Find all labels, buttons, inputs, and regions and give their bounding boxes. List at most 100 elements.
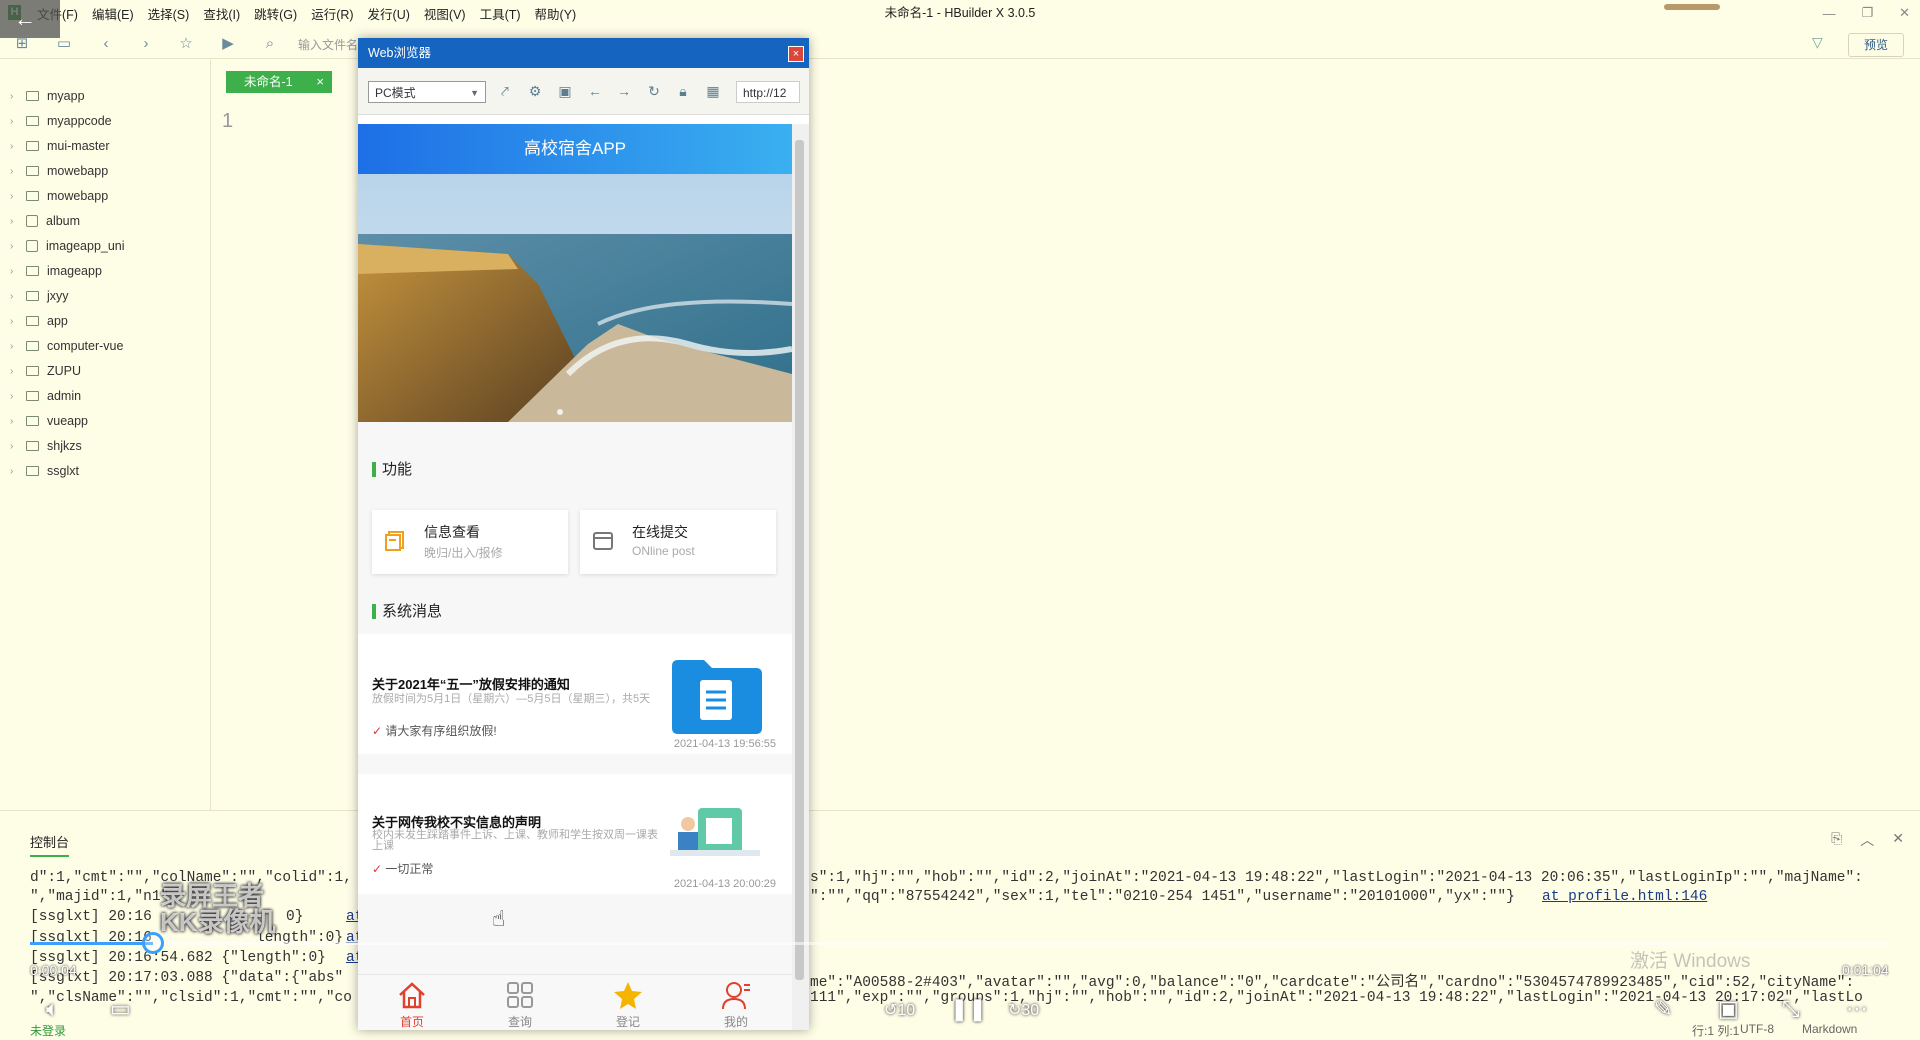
menu-goto[interactable]: 跳转(G) bbox=[247, 4, 304, 23]
back-icon[interactable]: ← bbox=[586, 82, 604, 100]
folder-icon bbox=[26, 391, 39, 401]
menu-tools[interactable]: 工具(T) bbox=[473, 4, 528, 23]
tab-register[interactable]: 登记 bbox=[574, 975, 682, 1030]
menu-help[interactable]: 帮助(Y) bbox=[528, 4, 584, 23]
mode-select[interactable]: PC模式 ▼ bbox=[368, 81, 486, 103]
search-file-icon[interactable]: ⌕ bbox=[260, 34, 280, 54]
menu-run[interactable]: 运行(R) bbox=[304, 4, 360, 23]
pause-icon[interactable]: ❚❚ bbox=[950, 996, 987, 1022]
message-date: 2021-04-13 19:56:55 bbox=[673, 738, 776, 750]
section-title-messages: 系统消息 bbox=[372, 604, 442, 619]
project-item[interactable]: › shjkzs bbox=[10, 436, 82, 456]
restore-icon[interactable]: ❐ bbox=[1861, 5, 1873, 21]
scrollbar-thumb[interactable] bbox=[795, 140, 804, 980]
project-item[interactable]: › myappcode bbox=[10, 111, 112, 131]
project-item[interactable]: › computer-vue bbox=[10, 336, 123, 356]
project-item[interactable]: › app bbox=[10, 311, 68, 331]
editor-tab[interactable]: 未命名-1 × bbox=[226, 71, 332, 93]
language-mode[interactable]: Markdown bbox=[1802, 1022, 1857, 1036]
nav-forward-icon[interactable]: › bbox=[136, 34, 156, 54]
browser-title-bar: Web浏览器 bbox=[358, 38, 809, 68]
browser-close-button[interactable]: × bbox=[788, 46, 804, 62]
console-icon[interactable]: ▣ bbox=[556, 82, 574, 100]
rewind-10-button[interactable]: ↺10 bbox=[884, 1000, 915, 1020]
console-fragment: 0} bbox=[286, 909, 304, 925]
menu-publish[interactable]: 发行(U) bbox=[361, 4, 417, 23]
progress-knob[interactable] bbox=[142, 932, 164, 954]
lock-icon[interactable]: 🔒︎ bbox=[674, 82, 692, 100]
project-item[interactable]: › myapp bbox=[10, 86, 85, 106]
minimize-icon[interactable]: — bbox=[1822, 6, 1835, 21]
folder-icon bbox=[26, 191, 39, 201]
menu-find[interactable]: 查找(I) bbox=[196, 4, 247, 23]
menu-view[interactable]: 视图(V) bbox=[417, 4, 473, 23]
console-line: ","clsName":"","clsid":1,"cmt":"","co bbox=[30, 990, 352, 1006]
forward-icon[interactable]: → bbox=[615, 82, 633, 100]
subtitles-icon[interactable]: ▭ bbox=[110, 996, 131, 1022]
dropdown-arrow-icon: ▼ bbox=[470, 88, 479, 98]
more-options-icon[interactable]: ⋯ bbox=[1846, 996, 1868, 1022]
message-title: 关于2021年“五一”放假安排的通知 bbox=[372, 677, 570, 692]
project-item[interactable]: › ssglxt bbox=[10, 461, 79, 481]
folder-icon bbox=[26, 266, 39, 276]
console-toolbar: ⎘ ︿ ✕ bbox=[1831, 830, 1904, 850]
login-status[interactable]: 未登录 bbox=[30, 1022, 66, 1039]
qrcode-icon[interactable]: ▦ bbox=[704, 82, 722, 100]
video-progress-fill bbox=[30, 942, 153, 945]
filter-icon[interactable]: ▽ bbox=[1812, 34, 1823, 51]
console-tab[interactable]: 控制台 bbox=[30, 832, 70, 857]
message-item[interactable]: 关于网传我校不实信息的声明 校内未发生踩踏事件上诉、上课、教师和学生按双周一课表… bbox=[358, 774, 792, 894]
message-item[interactable]: 关于2021年“五一”放假安排的通知 放假时间为5月1日（星期六）—5月5日（星… bbox=[358, 634, 792, 754]
chevron-up-icon[interactable]: ︿ bbox=[1860, 830, 1874, 850]
project-item[interactable]: › mui-master bbox=[10, 136, 110, 156]
total-time: 0:01:04 bbox=[1842, 962, 1889, 978]
exit-fullscreen-icon[interactable]: ⤡ bbox=[1782, 996, 1800, 1022]
menu-select[interactable]: 选择(S) bbox=[141, 4, 197, 23]
func-card-subtitle: ONline post bbox=[632, 544, 695, 558]
project-item[interactable]: › mowebapp bbox=[10, 186, 108, 206]
file-search-input[interactable]: 输入文件名 bbox=[298, 36, 358, 53]
tab-close-icon[interactable]: × bbox=[316, 71, 324, 93]
save-icon[interactable]: ▭ bbox=[54, 34, 74, 54]
close-console-icon[interactable]: ✕ bbox=[1892, 830, 1904, 850]
new-file-icon[interactable]: ⊞ bbox=[12, 34, 32, 54]
nav-back-icon[interactable]: ‹ bbox=[96, 34, 116, 54]
pen-icon[interactable]: ✎ bbox=[1654, 996, 1672, 1022]
console-line: [ssglxt] 20:16 bbox=[30, 909, 152, 925]
encoding[interactable]: UTF-8 bbox=[1740, 1022, 1774, 1036]
menu-edit[interactable]: 编辑(E) bbox=[85, 4, 141, 23]
export-icon[interactable]: ⎘ bbox=[1831, 830, 1842, 850]
browser-scrollbar[interactable] bbox=[792, 124, 809, 1030]
tab-mine[interactable]: 我的 bbox=[682, 975, 790, 1030]
project-item[interactable]: › imageapp bbox=[10, 261, 102, 281]
func-card-submit[interactable]: 在线提交 ONline post bbox=[580, 510, 776, 574]
func-card-info[interactable]: 信息查看 晚归/出入/报修 bbox=[372, 510, 568, 574]
url-input[interactable]: http://12 bbox=[736, 81, 800, 103]
mini-player-icon[interactable]: ▣ bbox=[1718, 996, 1739, 1022]
forward-30-button[interactable]: ↻30 bbox=[1008, 1000, 1039, 1020]
run-icon[interactable]: ▶ bbox=[218, 34, 238, 54]
activate-windows-watermark: 激活 Windows bbox=[1630, 951, 1751, 972]
mouse-cursor-icon: ☝ bbox=[492, 906, 506, 931]
project-item[interactable]: › mowebapp bbox=[10, 161, 108, 181]
banner-image[interactable] bbox=[358, 174, 792, 422]
preview-button[interactable]: 预览 bbox=[1848, 33, 1904, 57]
project-item[interactable]: › ZUPU bbox=[10, 361, 81, 381]
tab-home[interactable]: 首页 bbox=[358, 975, 466, 1030]
project-item[interactable]: › album bbox=[10, 211, 80, 231]
favorite-icon[interactable]: ☆ bbox=[176, 34, 196, 54]
volume-icon[interactable]: 🔈︎ bbox=[46, 996, 59, 1022]
settings-icon[interactable]: ⚙ bbox=[526, 82, 544, 100]
drag-handle[interactable] bbox=[1664, 4, 1720, 10]
close-window-icon[interactable]: ✕ bbox=[1899, 5, 1910, 21]
refresh-icon[interactable]: ↻ bbox=[645, 82, 663, 100]
project-item[interactable]: › jxyy bbox=[10, 286, 69, 306]
external-open-icon[interactable]: ⤤ bbox=[496, 82, 514, 100]
project-item[interactable]: › vueapp bbox=[10, 411, 88, 431]
project-item[interactable]: › admin bbox=[10, 386, 81, 406]
folder-icon bbox=[26, 91, 39, 101]
console-source-link[interactable]: at profile.html:146 bbox=[1542, 889, 1707, 905]
video-progress-bar[interactable] bbox=[30, 942, 1890, 945]
tab-query[interactable]: 查询 bbox=[466, 975, 574, 1030]
project-item[interactable]: › imageapp_uni bbox=[10, 236, 125, 256]
